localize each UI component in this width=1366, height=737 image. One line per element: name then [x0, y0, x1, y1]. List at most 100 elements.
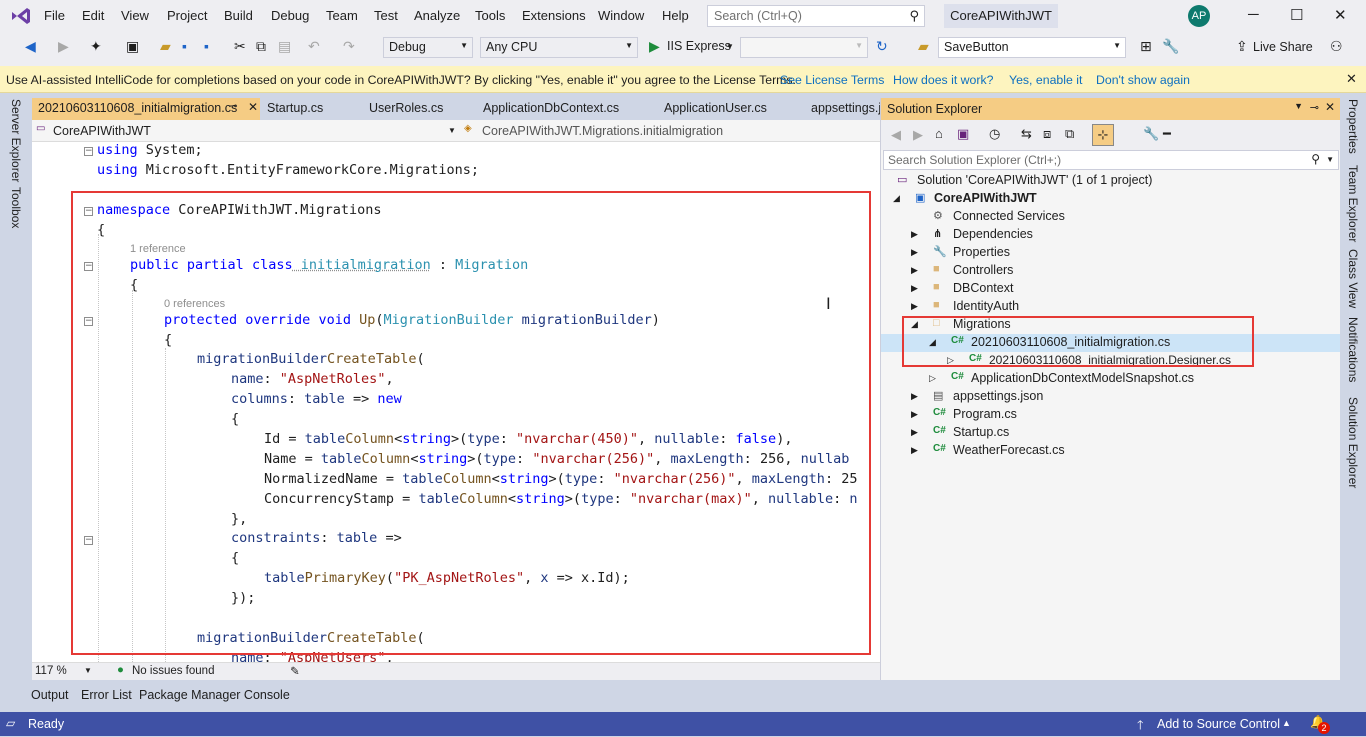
fold-toggle[interactable]: − [84, 147, 93, 156]
chevron-down-icon[interactable]: ▼ [84, 666, 92, 675]
new-item-icon[interactable]: ▣ [126, 38, 139, 55]
close-icon[interactable]: ✕ [1325, 100, 1335, 114]
expanded-icon[interactable]: ◢ [893, 193, 900, 204]
menu-analyze[interactable]: Analyze [414, 8, 460, 23]
nav-project[interactable]: CoreAPIWithJWT [53, 124, 151, 138]
solution-explorer-icon[interactable]: ⊞ [1140, 38, 1152, 55]
tab-applicationdbcontext[interactable]: ApplicationDbContext.cs [477, 98, 625, 120]
tree-item-controllers[interactable]: ▶ ■ Controllers [881, 262, 1341, 280]
collapsed-icon[interactable]: ▶ [911, 265, 918, 276]
close-icon[interactable]: ✕ [1346, 71, 1357, 87]
link-dont-show[interactable]: Don't show again [1096, 73, 1190, 87]
tree-item-startup[interactable]: ▶ C# Startup.cs [881, 424, 1341, 442]
back-icon[interactable]: ◀ [891, 127, 901, 143]
switch-views-icon[interactable]: ▣ [957, 126, 969, 142]
tab-package-manager-console[interactable]: Package Manager Console [139, 688, 290, 702]
menu-file[interactable]: File [44, 8, 65, 23]
menu-build[interactable]: Build [224, 8, 253, 23]
menu-tools[interactable]: Tools [475, 8, 505, 23]
tab-applicationuser[interactable]: ApplicationUser.cs [658, 98, 773, 120]
collapsed-icon[interactable]: ▶ [911, 391, 918, 402]
startup-item-select[interactable]: ▼ [740, 37, 868, 58]
wrench-icon[interactable]: 🔧 [1143, 126, 1159, 142]
find-combo[interactable]: SaveButton ▼ [938, 37, 1126, 58]
menu-test[interactable]: Test [374, 8, 398, 23]
paste-icon[interactable]: ▤ [278, 38, 291, 55]
tab-initialmigration[interactable]: 20210603110608_initialmigration.cs ⊸ ✕ [32, 98, 260, 120]
forward-icon[interactable]: ▶ [58, 38, 69, 55]
collapse-all-icon[interactable]: ⧈ [1043, 126, 1051, 142]
platform-select[interactable]: Any CPU ▼ [480, 37, 638, 58]
tree-item-project[interactable]: ◢ ▣ CoreAPIWithJWT [881, 190, 1341, 208]
chevron-up-icon[interactable]: ▲ [1282, 718, 1291, 728]
pin-icon[interactable]: ⊸ [229, 101, 237, 112]
cut-icon[interactable]: ✂ [234, 38, 246, 55]
minimize-icon[interactable]: ─ [1248, 6, 1259, 23]
preview-selected-icon[interactable]: ⊹ [1092, 124, 1114, 146]
run-target[interactable]: IIS Express [667, 39, 731, 53]
configuration-select[interactable]: Debug ▼ [383, 37, 473, 58]
menu-view[interactable]: View [121, 8, 149, 23]
collapsed-icon[interactable]: ▶ [911, 445, 918, 456]
tree-item-solution[interactable]: ▭ Solution 'CoreAPIWithJWT' (1 of 1 proje… [881, 172, 1341, 190]
tree-item-properties[interactable]: ▶ 🔧 Properties [881, 244, 1341, 262]
forward-icon[interactable]: ▶ [913, 127, 923, 143]
tree-item-dbcontext[interactable]: ▶ ■ DBContext [881, 280, 1341, 298]
class-view-tab[interactable]: Class View [1346, 249, 1360, 308]
collapsed-icon[interactable]: ▶ [911, 283, 918, 294]
save-icon[interactable]: ▪ [182, 38, 187, 54]
show-all-files-icon[interactable]: ⧉ [1065, 126, 1074, 142]
minus-icon[interactable]: ━ [1163, 126, 1171, 142]
copy-icon[interactable]: ⧉ [256, 38, 266, 55]
team-explorer-tab[interactable]: Team Explorer [1346, 165, 1360, 242]
tab-error-list[interactable]: Error List [81, 688, 132, 702]
server-explorer-tab[interactable]: Server Explorer [9, 99, 23, 182]
properties-tab[interactable]: Properties [1346, 99, 1360, 154]
close-icon[interactable]: ✕ [1334, 6, 1347, 24]
collapsed-icon[interactable]: ▷ [929, 373, 936, 384]
tree-item-connected-services[interactable]: ⚙ Connected Services [881, 208, 1341, 226]
chevron-down-icon[interactable]: ▼ [448, 126, 456, 135]
tab-startup[interactable]: Startup.cs [261, 98, 329, 120]
find-icon[interactable]: ▰ [918, 38, 929, 55]
back-icon[interactable]: ◀ [25, 38, 36, 55]
tree-item-snapshot[interactable]: ▷ C# ApplicationDbContextModelSnapshot.cs [881, 370, 1341, 388]
pending-changes-icon[interactable]: ◷ [989, 126, 1000, 142]
live-share-button[interactable]: Live Share [1253, 40, 1313, 54]
menu-project[interactable]: Project [167, 8, 207, 23]
add-to-source-control[interactable]: Add to Source Control [1157, 717, 1280, 731]
issues-status[interactable]: No issues found [132, 665, 214, 677]
live-share-icon[interactable]: ⇪ [1236, 38, 1248, 55]
undo-icon[interactable]: ↶ [308, 38, 320, 55]
tab-appsettings[interactable]: appsettings.j [805, 98, 887, 120]
menu-help[interactable]: Help [662, 8, 689, 23]
tree-item-dependencies[interactable]: ▶ ⋔ Dependencies [881, 226, 1341, 244]
chevron-down-icon[interactable]: ▼ [1294, 101, 1303, 111]
maximize-icon[interactable]: ☐ [1290, 6, 1303, 24]
menu-extensions[interactable]: Extensions [522, 8, 586, 23]
collapsed-icon[interactable]: ▶ [911, 409, 918, 420]
pin-icon[interactable]: ⊸ [1310, 101, 1319, 114]
collapsed-icon[interactable]: ▶ [911, 301, 918, 312]
chevron-down-icon[interactable]: ▼ [726, 42, 734, 51]
toolbox-tab[interactable]: Toolbox [9, 187, 23, 228]
run-icon[interactable]: ▶ [649, 38, 660, 55]
tree-item-program[interactable]: ▶ C# Program.cs [881, 406, 1341, 424]
solution-explorer-tab[interactable]: Solution Explorer [1346, 397, 1360, 488]
link-how-it-works[interactable]: How does it work? [893, 73, 993, 87]
refresh-icon[interactable]: ↻ [876, 38, 888, 55]
save-all-icon[interactable]: ▪ [204, 38, 209, 54]
close-icon[interactable]: ✕ [248, 100, 258, 114]
menu-team[interactable]: Team [326, 8, 358, 23]
nav-type[interactable]: CoreAPIWithJWT.Migrations.initialmigrati… [482, 124, 723, 138]
open-icon[interactable]: ▰ [160, 38, 171, 55]
avatar[interactable]: AP [1188, 5, 1210, 27]
brush-icon[interactable]: ✎ [290, 664, 300, 678]
solution-search-input[interactable]: Search Solution Explorer (Ctrl+;) ⚲ ▼ [883, 150, 1339, 170]
tree-item-weatherforecast[interactable]: ▶ C# WeatherForecast.cs [881, 442, 1341, 460]
wrench-icon[interactable]: 🔧 [1162, 38, 1179, 55]
menu-edit[interactable]: Edit [82, 8, 104, 23]
redo-icon[interactable]: ↷ [343, 38, 355, 55]
feedback-icon[interactable]: ⚇ [1330, 38, 1343, 55]
tab-userroles[interactable]: UserRoles.cs [363, 98, 449, 120]
